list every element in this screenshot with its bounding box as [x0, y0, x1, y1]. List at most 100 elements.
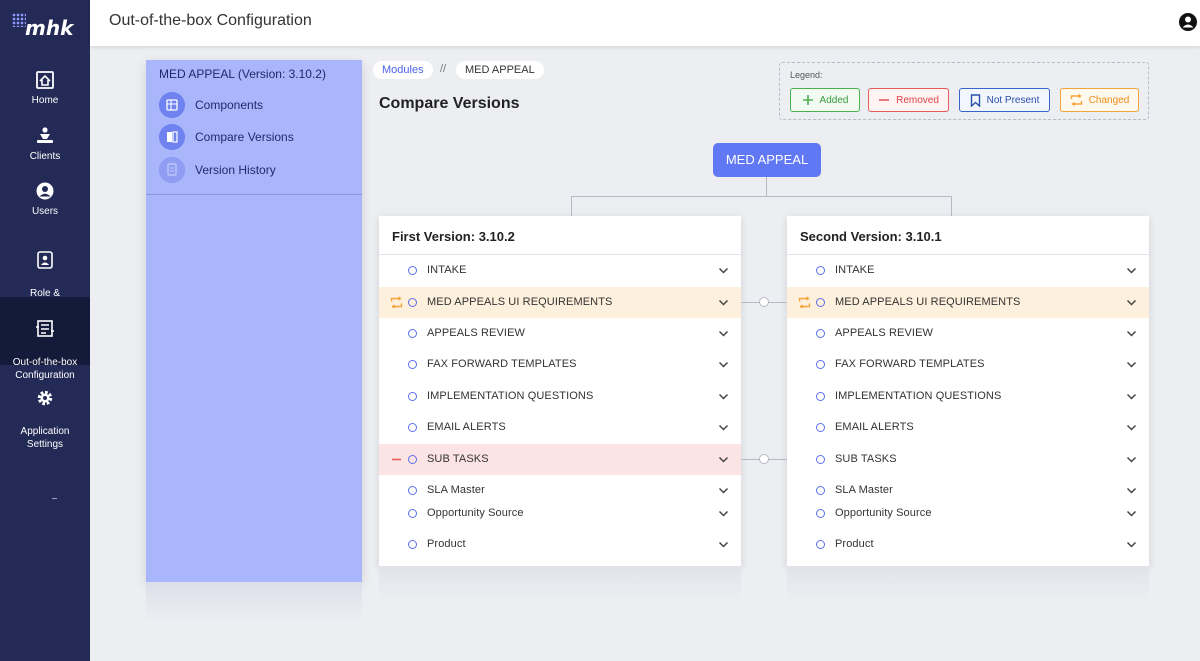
- component-row[interactable]: SUB TASKS: [379, 444, 741, 475]
- chevron-down-icon[interactable]: [718, 454, 729, 465]
- node-circle-icon: [408, 423, 417, 432]
- legend-not-present: Not Present: [959, 88, 1050, 112]
- side-item-compare-versions[interactable]: Compare Versions: [159, 124, 359, 150]
- component-row-label: Opportunity Source: [835, 507, 932, 519]
- account-icon[interactable]: [1178, 12, 1198, 32]
- chevron-down-icon[interactable]: [718, 508, 729, 519]
- configuration-icon: [36, 320, 54, 337]
- component-row-label: EMAIL ALERTS: [427, 421, 506, 433]
- side-menu-divider: [146, 194, 362, 195]
- card-shadow: [787, 566, 1149, 602]
- nav-item-application-settings[interactable]: Application Settings: [0, 375, 90, 450]
- component-row[interactable]: EMAIL ALERTS: [379, 412, 741, 443]
- bookmark-icon: [970, 93, 980, 107]
- side-item-label-compare-versions: Compare Versions: [195, 130, 294, 144]
- side-item-label-components: Components: [195, 98, 264, 112]
- nav-item-out-of-the-box-configuration[interactable]: Out-of-the-box Configuration: [0, 297, 90, 381]
- component-row[interactable]: IMPLEMENTATION QUESTIONS: [379, 381, 741, 412]
- nav-item-users[interactable]: Users: [0, 181, 90, 227]
- tree-root-node[interactable]: MED APPEAL: [713, 143, 821, 177]
- node-circle-icon: [816, 540, 825, 549]
- tree-connector-right: [951, 196, 952, 216]
- chevron-down-icon[interactable]: [718, 328, 729, 339]
- breadcrumb-modules[interactable]: Modules: [373, 61, 433, 79]
- role-permission-icon: [37, 251, 53, 269]
- nav-item-clients[interactable]: Clients: [0, 126, 90, 172]
- breadcrumb-current: MED APPEAL: [456, 61, 544, 79]
- changed-icon: [798, 296, 811, 309]
- component-row[interactable]: Opportunity Source: [379, 498, 741, 529]
- node-circle-icon: [816, 455, 825, 464]
- chevron-down-icon[interactable]: [718, 391, 729, 402]
- component-row[interactable]: INTAKE: [787, 255, 1149, 286]
- component-row[interactable]: APPEALS REVIEW: [379, 318, 741, 349]
- nav-divider: [52, 498, 57, 499]
- chevron-down-icon[interactable]: [718, 539, 729, 550]
- chevron-down-icon[interactable]: [1126, 265, 1137, 276]
- chevron-down-icon[interactable]: [1126, 391, 1137, 402]
- node-circle-icon: [816, 486, 825, 495]
- chevron-down-icon[interactable]: [1126, 297, 1137, 308]
- component-row[interactable]: EMAIL ALERTS: [787, 412, 1149, 443]
- chevron-down-icon[interactable]: [1126, 508, 1137, 519]
- page-header-title: Out-of-the-box Configuration: [109, 12, 312, 29]
- chevron-down-icon[interactable]: [1126, 485, 1137, 496]
- legend-label: Legend:: [790, 70, 823, 80]
- component-row-label: Product: [835, 538, 874, 550]
- node-circle-icon: [408, 360, 417, 369]
- chevron-down-icon[interactable]: [718, 359, 729, 370]
- component-row-label: APPEALS REVIEW: [427, 327, 525, 339]
- component-row[interactable]: APPEALS REVIEW: [787, 318, 1149, 349]
- node-circle-icon: [408, 509, 417, 518]
- module-title: MED APPEAL (Version: 3.10.2): [159, 67, 326, 81]
- diff-connector-dot: [759, 297, 769, 307]
- chevron-down-icon[interactable]: [1126, 328, 1137, 339]
- node-circle-icon: [816, 266, 825, 275]
- component-row-label: IMPLEMENTATION QUESTIONS: [835, 390, 1002, 402]
- side-item-components[interactable]: Components: [159, 92, 359, 118]
- node-circle-icon: [408, 266, 417, 275]
- component-row[interactable]: FAX FORWARD TEMPLATES: [379, 349, 741, 380]
- nav-label-application-settings: Application Settings: [20, 426, 70, 450]
- chevron-down-icon[interactable]: [718, 422, 729, 433]
- chevron-down-icon[interactable]: [1126, 359, 1137, 370]
- chevron-down-icon[interactable]: [718, 485, 729, 496]
- component-row[interactable]: Product: [379, 529, 741, 560]
- legend-not-present-label: Not Present: [986, 94, 1040, 106]
- tree-connector-vertical: [766, 177, 767, 197]
- left-navigation: mhk Home Clients Users Role & Permission…: [0, 0, 90, 661]
- first-version-title: First Version: 3.10.2: [392, 229, 515, 244]
- side-item-version-history[interactable]: Version History: [159, 157, 359, 183]
- component-row[interactable]: FAX FORWARD TEMPLATES: [787, 349, 1149, 380]
- component-row-label: SLA Master: [427, 484, 485, 496]
- component-row-label: MED APPEALS UI REQUIREMENTS: [427, 296, 613, 308]
- component-row[interactable]: INTAKE: [379, 255, 741, 286]
- component-row-label: Opportunity Source: [427, 507, 524, 519]
- chevron-down-icon[interactable]: [1126, 422, 1137, 433]
- component-row[interactable]: MED APPEALS UI REQUIREMENTS: [379, 287, 741, 318]
- component-row-label: IMPLEMENTATION QUESTIONS: [427, 390, 594, 402]
- component-row[interactable]: SUB TASKS: [787, 444, 1149, 475]
- node-circle-icon: [816, 360, 825, 369]
- node-circle-icon: [408, 298, 417, 307]
- nav-label-users: Users: [31, 206, 59, 217]
- component-row[interactable]: Opportunity Source: [787, 498, 1149, 529]
- chevron-down-icon[interactable]: [718, 265, 729, 276]
- second-version-title: Second Version: 3.10.1: [800, 229, 942, 244]
- chevron-down-icon[interactable]: [718, 297, 729, 308]
- logo[interactable]: mhk: [25, 16, 73, 40]
- minus-icon: [879, 99, 890, 101]
- nav-item-home[interactable]: Home: [0, 70, 90, 116]
- chevron-down-icon[interactable]: [1126, 454, 1137, 465]
- node-circle-icon: [408, 329, 417, 338]
- component-row[interactable]: MED APPEALS UI REQUIREMENTS: [787, 287, 1149, 318]
- tree-connector-horizontal: [571, 196, 952, 197]
- nav-item-role-permission[interactable]: Role & Permission: [0, 237, 90, 312]
- node-circle-icon: [408, 392, 417, 401]
- node-circle-icon: [816, 392, 825, 401]
- nav-label-home: Home: [31, 95, 59, 106]
- chevron-down-icon[interactable]: [1126, 539, 1137, 550]
- component-row[interactable]: IMPLEMENTATION QUESTIONS: [787, 381, 1149, 412]
- component-row[interactable]: Product: [787, 529, 1149, 560]
- compare-versions-icon: [159, 124, 185, 150]
